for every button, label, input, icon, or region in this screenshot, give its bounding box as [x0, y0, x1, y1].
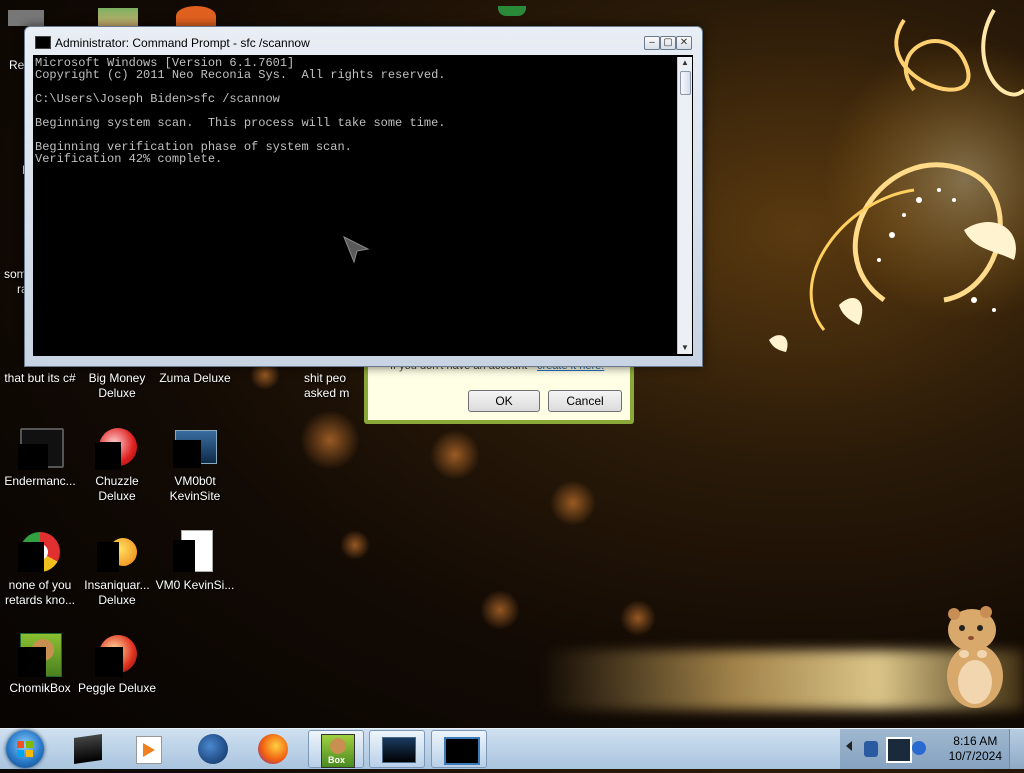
clock[interactable]: 8:16 AM 10/7/2024: [949, 734, 1002, 764]
window-title: Administrator: Command Prompt - sfc /sca…: [55, 36, 310, 50]
folder-icon[interactable]: [98, 8, 138, 26]
close-button[interactable]: ✕: [676, 36, 692, 50]
app-icon: [74, 734, 102, 764]
desktop-icon-chomikbox[interactable]: ChomikBox: [0, 633, 80, 696]
desktop-icon-insaniquarium-deluxe[interactable]: Insaniquar... Deluxe: [77, 530, 157, 608]
desktop-icon-label: Insaniquar... Deluxe: [84, 578, 150, 607]
taskbar-item-app[interactable]: [60, 730, 116, 768]
taskbar-item-media-player[interactable]: [120, 730, 176, 768]
command-prompt-icon: [444, 737, 480, 765]
desktop-icon-endermanc[interactable]: Endermanc...: [0, 426, 80, 489]
taskbar: Box 8:16 AM 10/7/2024: [0, 728, 1024, 769]
taskbar-item-chomikbox[interactable]: Box: [308, 730, 364, 768]
show-hidden-icons-icon[interactable]: [846, 741, 852, 751]
clock-date: 10/7/2024: [948, 749, 1002, 763]
volume-icon[interactable]: [912, 741, 926, 755]
taskbar-item-firefox[interactable]: [244, 730, 300, 768]
desktop-icon-label: Peggle Deluxe: [77, 681, 157, 695]
hamster-app-icon: [18, 633, 62, 677]
popcap-game-icon: [95, 633, 139, 677]
command-prompt-window[interactable]: Administrator: Command Prompt - sfc /sca…: [24, 26, 703, 367]
taskbar-item-window[interactable]: [369, 730, 425, 768]
desktop-icon-label: Big Money Deluxe: [88, 371, 146, 400]
start-button[interactable]: [6, 730, 44, 768]
desktop-icon-chuzzle-deluxe[interactable]: Chuzzle Deluxe: [77, 426, 157, 504]
desktop-icon-vm0b0t-kevinsite[interactable]: VM0b0t KevinSite: [155, 426, 235, 504]
desktop-icon-label: Endermanc...: [4, 474, 76, 488]
desktop-icon-label: VM0 KevinSi...: [155, 578, 235, 592]
golden-swirl-decoration: [769, 8, 1024, 352]
desktop-icon-label: VM0b0t KevinSite: [169, 474, 221, 503]
taskbar-item-browser[interactable]: [184, 730, 240, 768]
desktop-icon-none-of-you[interactable]: none of you retards kno...: [0, 530, 80, 608]
monitor-icon: [18, 426, 64, 470]
media-player-icon: [136, 736, 162, 764]
taskbar-item-command-prompt[interactable]: [431, 730, 487, 768]
desktop-icon-label: that but its c#: [4, 371, 76, 385]
desktop-icon-label: Chuzzle Deluxe: [95, 474, 139, 503]
desktop-icon-label: ChomikBox: [9, 681, 71, 695]
recycle-bin-icon[interactable]: [8, 10, 44, 26]
chomikbox-icon: Box: [321, 734, 355, 768]
browser-icon: [18, 530, 62, 574]
popcap-game-icon: [95, 426, 139, 470]
title-bar[interactable]: Administrator: Command Prompt - sfc /sca…: [25, 27, 702, 55]
maximize-button[interactable]: ▢: [660, 36, 676, 50]
desktop-icon-vm0-kevinsi[interactable]: VM0 KevinSi...: [155, 530, 235, 593]
network-icon[interactable]: [886, 737, 912, 763]
browser-icon[interactable]: [176, 6, 216, 26]
windows-logo-icon: [17, 741, 33, 757]
desktop-icon-big-money-deluxe[interactable]: Big Money Deluxe: [77, 371, 157, 401]
desktop-icon-label: shit peo asked m: [304, 371, 350, 400]
chomikbox-label: Box: [328, 755, 346, 765]
browser-globe-icon: [198, 734, 228, 764]
ok-button[interactable]: OK: [468, 390, 540, 412]
desktop-icon-peggle-deluxe[interactable]: Peggle Deluxe: [77, 633, 157, 696]
firefox-icon: [258, 734, 288, 764]
desktop-icon-zuma-deluxe[interactable]: Zuma Deluxe: [155, 371, 235, 386]
console-output[interactable]: Microsoft Windows [Version 6.1.7601] Cop…: [33, 55, 693, 356]
desktop-icon-label: none of you retards kno...: [4, 578, 76, 607]
desktop: Rec F som ra that but its c# Big Money D…: [0, 0, 1024, 728]
clock-time: 8:16 AM: [953, 734, 998, 748]
system-tray: 8:16 AM 10/7/2024: [840, 729, 1024, 769]
fish-game-icon: [95, 530, 139, 574]
scroll-thumb[interactable]: [680, 71, 691, 95]
desktop-icon-label: Zuma Deluxe: [159, 371, 231, 385]
window-icon: [382, 737, 416, 763]
document-icon: [173, 530, 217, 574]
command-prompt-icon: [35, 36, 51, 49]
gadget-icon[interactable]: [498, 6, 526, 16]
scroll-up-arrow-icon[interactable]: ▲: [678, 57, 692, 69]
console-text: Microsoft Windows [Version 6.1.7601] Cop…: [35, 56, 446, 166]
hamster-mascot-icon: [947, 606, 1003, 708]
desktop-icon-shit-peo[interactable]: shit peo asked m: [304, 371, 366, 401]
window-icon: [173, 426, 217, 470]
mouse-cursor-icon: [343, 235, 370, 263]
show-desktop-button[interactable]: [1009, 729, 1024, 769]
minimize-button[interactable]: –: [644, 36, 660, 50]
vertical-scrollbar[interactable]: ▲ ▼: [677, 57, 692, 354]
cancel-button[interactable]: Cancel: [548, 390, 622, 412]
scroll-down-arrow-icon[interactable]: ▼: [678, 342, 692, 354]
tray-app-icon[interactable]: [864, 741, 878, 757]
desktop-icon-that-but-its-csharp[interactable]: that but its c#: [0, 371, 80, 386]
